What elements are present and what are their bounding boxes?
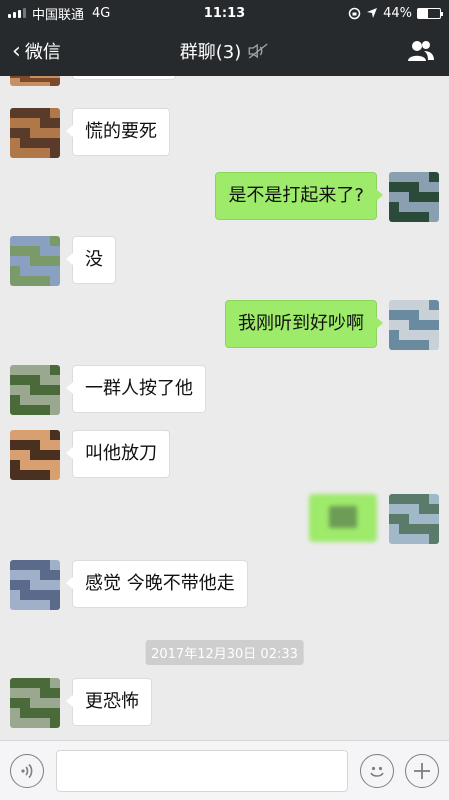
avatar[interactable] <box>10 430 60 480</box>
signal-icon <box>8 8 26 18</box>
back-label: 微信 <box>24 42 61 63</box>
battery-percent: 44% <box>383 5 412 21</box>
contacts-icon[interactable] <box>407 39 435 63</box>
clock: 11:13 <box>203 5 246 21</box>
chat-title: 群聊(3) <box>180 38 270 64</box>
wechat-chat-screen: 中国联通 4G 11:13 44% ‹ 微信 群聊(3) 慌的要死 是不是打起来… <box>0 0 449 800</box>
message-input[interactable] <box>56 750 348 792</box>
chevron-left-icon: ‹ <box>12 38 21 64</box>
blurred-message-bubble[interactable] <box>309 494 377 542</box>
input-bar <box>0 740 449 800</box>
battery-level <box>418 8 428 18</box>
back-button[interactable]: ‹ 微信 <box>0 38 61 64</box>
rotation-lock-icon <box>348 7 361 19</box>
message-bubble[interactable]: 感觉 今晚不带他走 <box>66 560 248 608</box>
carrier-label: 中国联通 <box>32 7 85 23</box>
avatar[interactable] <box>10 560 60 610</box>
plus-icon <box>414 763 430 779</box>
chat-area[interactable]: 慌的要死 是不是打起来了? 没 我刚听到好吵啊 一群人按了他 叫他放刀 感觉 今… <box>0 76 449 740</box>
voice-icon <box>21 763 33 779</box>
nav-bar: ‹ 微信 群聊(3) <box>0 26 449 76</box>
message-bubble-cut <box>72 76 176 80</box>
avatar-self[interactable] <box>389 300 439 350</box>
message-bubble[interactable]: 我刚听到好吵啊 <box>225 300 383 348</box>
message-bubble[interactable]: 更恐怖 <box>66 678 152 726</box>
timestamp: 2017年12月30日 02:33 <box>145 640 304 665</box>
voice-button[interactable] <box>10 754 44 788</box>
status-right: 44% <box>348 5 443 21</box>
avatar-self[interactable] <box>389 172 439 222</box>
avatar[interactable] <box>10 108 60 158</box>
network-label: 4G <box>92 5 111 21</box>
message-bubble[interactable]: 慌的要死 <box>66 108 170 156</box>
avatar[interactable] <box>10 678 60 728</box>
location-icon <box>367 8 378 18</box>
avatar[interactable] <box>10 236 60 286</box>
message-bubble[interactable]: 一群人按了他 <box>66 365 206 413</box>
avatar[interactable] <box>10 365 60 415</box>
status-bar: 中国联通 4G 11:13 44% <box>0 0 449 26</box>
message-bubble[interactable]: 是不是打起来了? <box>215 172 383 220</box>
mute-icon <box>248 43 268 59</box>
plus-button[interactable] <box>405 754 439 788</box>
battery-icon <box>417 7 443 19</box>
chat-title-text: 群聊(3) <box>179 42 242 63</box>
emoji-icon <box>370 766 384 777</box>
message-bubble[interactable]: 叫他放刀 <box>66 430 170 478</box>
avatar[interactable] <box>10 76 60 86</box>
avatar-self[interactable] <box>389 494 439 544</box>
message-bubble[interactable]: 没 <box>66 236 116 284</box>
emoji-button[interactable] <box>360 754 394 788</box>
